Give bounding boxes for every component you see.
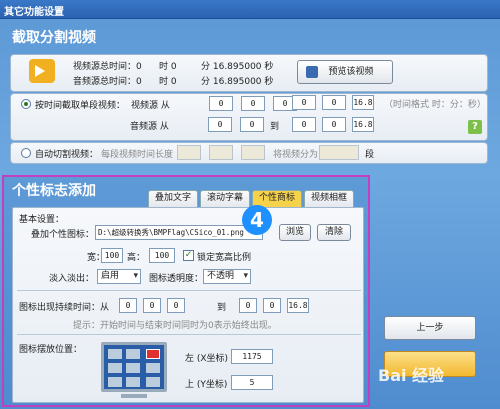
lock-ratio-checkbox[interactable]: ✓	[183, 250, 194, 261]
previous-step-button[interactable]: 上一步	[384, 316, 476, 340]
clear-button[interactable]: 清除	[317, 224, 351, 241]
audio-from-minute[interactable]: 0	[240, 117, 264, 132]
split-into-label: 将视频分为	[273, 150, 319, 160]
film-icon	[306, 66, 318, 78]
segment-count-input[interactable]	[319, 145, 359, 160]
section-title-split: 截取分割视频	[12, 30, 96, 46]
video-from-minute[interactable]: 0	[241, 96, 265, 111]
duration-from-minute[interactable]: 0	[143, 298, 161, 313]
divider	[17, 290, 361, 291]
auto-split-radio[interactable]	[21, 148, 31, 158]
duration-label: 图标出现持续时间：从	[19, 303, 110, 313]
duration-from-hour[interactable]: 0	[119, 298, 137, 313]
grid-cell[interactable]	[108, 349, 122, 359]
divider	[17, 334, 361, 335]
left-x-label: 左 (X坐标)	[185, 354, 229, 364]
tab-video-frame[interactable]: 视频相框	[304, 190, 354, 207]
width-input[interactable]: 100	[101, 248, 123, 263]
preview-video-button[interactable]: 预览该视频	[297, 60, 393, 84]
audio-to-label: 到	[270, 122, 280, 132]
grid-cell-selected[interactable]	[146, 349, 160, 359]
basic-settings-label: 基本设置：	[19, 215, 65, 225]
browse-button[interactable]: 浏览	[279, 224, 311, 241]
height-label: 高：	[127, 253, 146, 263]
segment-length-label: 每段视频时间长度	[101, 150, 174, 160]
grid-cell[interactable]	[146, 363, 160, 373]
segment-second-input[interactable]	[241, 145, 265, 160]
title-bar: 其它功能设置	[0, 0, 500, 19]
video-source-from-label: 视频源 从	[131, 101, 170, 111]
fade-label: 淡入淡出：	[49, 274, 95, 284]
video-info-panel: 视频源总时间：0 时 0 分 16.895000 秒 音频源总时间：0 时 0 …	[10, 54, 488, 92]
left-x-input[interactable]: 1175	[231, 349, 273, 364]
position-label: 图标摆放位置：	[19, 345, 83, 355]
fade-select[interactable]: 启用	[97, 269, 141, 284]
duration-from-second[interactable]: 0	[167, 298, 185, 313]
grid-cell[interactable]	[108, 377, 122, 387]
audio-to-hour[interactable]: 0	[292, 117, 316, 132]
audio-to-minute[interactable]: 0	[322, 117, 346, 132]
help-icon[interactable]: ?	[468, 120, 482, 134]
position-preview[interactable]	[101, 342, 167, 392]
monitor-stand	[121, 394, 147, 398]
height-input[interactable]: 100	[149, 248, 175, 263]
duration-to-label: 到	[217, 303, 227, 313]
audio-from-hour[interactable]: 0	[208, 117, 232, 132]
auto-split-panel: 自动切割视频： 每段视频时间长度 将视频分为 段	[10, 142, 488, 164]
watermark: Bai 经验	[378, 366, 445, 385]
section-title-logo: 个性标志添加	[12, 183, 96, 199]
opacity-select[interactable]: 不透明	[203, 269, 251, 284]
segment-unit-label: 段	[365, 150, 375, 160]
video-file-icon	[29, 59, 55, 83]
video-to-minute[interactable]: 0	[322, 95, 346, 110]
grid-cell[interactable]	[108, 363, 122, 373]
segment-hour-input[interactable]	[177, 145, 201, 160]
duration-to-hour[interactable]: 0	[239, 298, 257, 313]
duration-hint: 提示：开始时间与结束时间同时为0表示始终出现。	[73, 321, 277, 331]
time-format-hint: （时间格式 时：分：秒）	[384, 100, 486, 110]
tab-overlay-text[interactable]: 叠加文字	[148, 190, 198, 207]
grid-cell[interactable]	[146, 377, 160, 387]
audio-to-second[interactable]: 16.8	[352, 117, 374, 132]
opacity-label: 图标透明度：	[149, 274, 204, 284]
audio-minute: 分 16.895000 秒	[201, 77, 274, 87]
audio-total-time: 音频源总时间：0	[73, 77, 142, 87]
overlay-icon-path[interactable]: D:\超级转换秀\BMPFlag\CSico_01.png	[95, 225, 263, 240]
lock-ratio-label: 锁定宽高比例	[197, 253, 252, 263]
tab-scrolling-subtitle[interactable]: 滚动字幕	[200, 190, 250, 207]
top-y-label: 上 (Y坐标)	[185, 380, 228, 390]
step-badge: 4	[242, 205, 272, 235]
segment-minute-input[interactable]	[209, 145, 233, 160]
duration-to-second[interactable]: 16.8	[287, 298, 309, 313]
top-y-input[interactable]: 5	[231, 375, 273, 390]
grid-cell[interactable]	[126, 363, 140, 373]
overlay-icon-label: 叠加个性图标：	[31, 230, 95, 240]
video-hour: 时 0	[159, 62, 177, 72]
logo-settings-panel: 基本设置： 叠加个性图标： D:\超级转换秀\BMPFlag\CSico_01.…	[12, 207, 364, 403]
video-to-second[interactable]: 16.8	[352, 95, 374, 110]
audio-hour: 时 0	[159, 77, 177, 87]
video-total-time: 视频源总时间：0	[73, 62, 142, 72]
by-time-label: 按时间截取单段视频：	[35, 101, 126, 111]
grid-cell[interactable]	[126, 377, 140, 387]
video-from-hour[interactable]: 0	[209, 96, 233, 111]
by-time-radio[interactable]	[21, 99, 31, 109]
duration-to-minute[interactable]: 0	[263, 298, 281, 313]
audio-source-from-label: 音频源 从	[130, 122, 169, 132]
window-title: 其它功能设置	[4, 7, 64, 18]
video-to-hour[interactable]: 0	[292, 95, 316, 110]
video-minute: 分 16.895000 秒	[201, 62, 274, 72]
grid-cell[interactable]	[126, 349, 140, 359]
auto-split-label: 自动切割视频：	[35, 150, 99, 160]
